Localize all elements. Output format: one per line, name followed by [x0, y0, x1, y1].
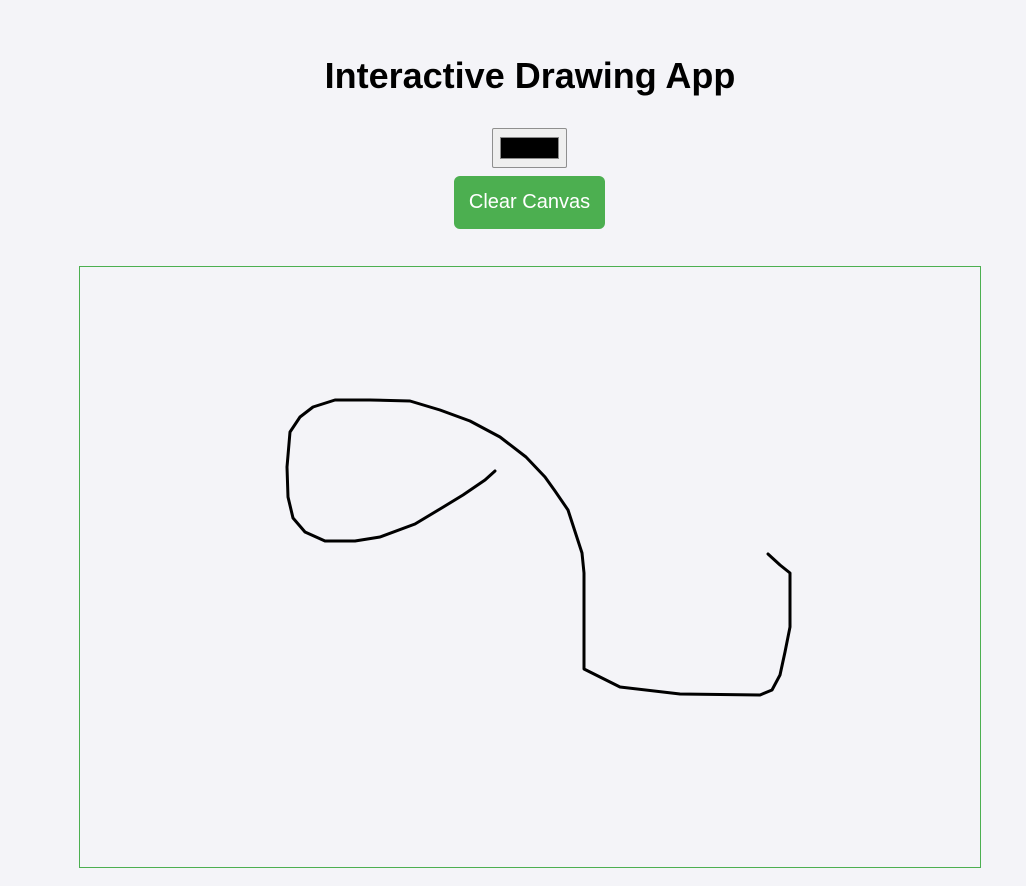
drawing-surface[interactable]	[80, 267, 980, 867]
color-picker[interactable]	[492, 128, 567, 168]
drawing-canvas[interactable]	[79, 266, 981, 868]
clear-canvas-button[interactable]: Clear Canvas	[454, 176, 605, 229]
color-swatch	[500, 137, 559, 159]
drawing-app: Interactive Drawing App Clear Canvas	[0, 0, 1026, 886]
page-title: Interactive Drawing App	[324, 55, 736, 96]
drawn-stroke	[285, 398, 792, 697]
